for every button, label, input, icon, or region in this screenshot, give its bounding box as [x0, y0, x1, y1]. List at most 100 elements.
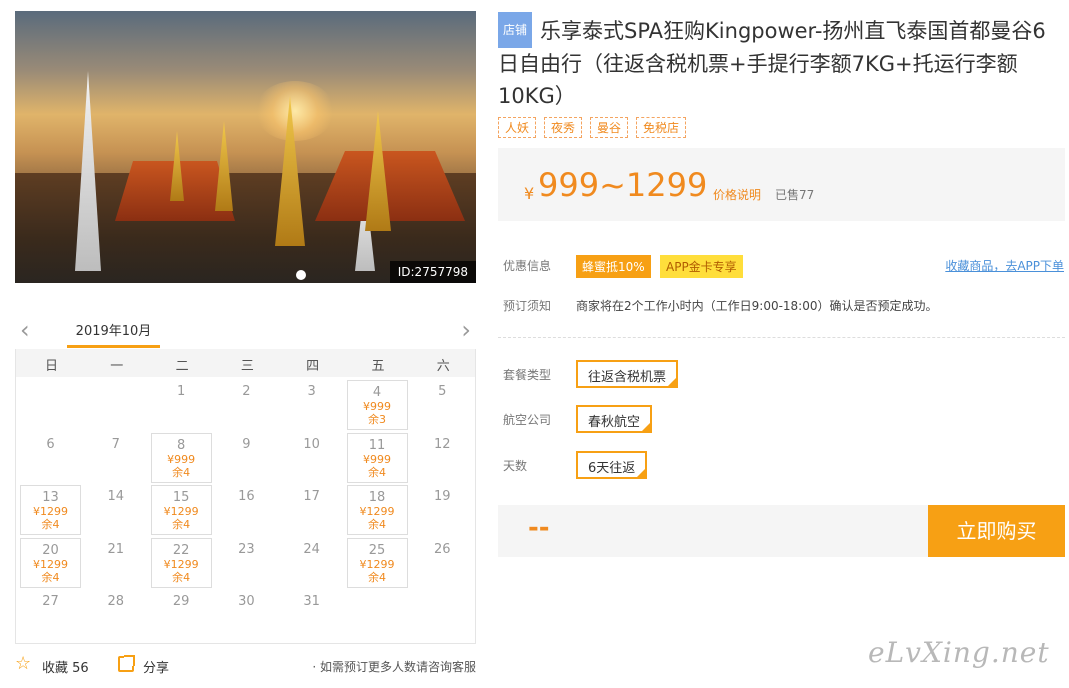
- day-number: 22: [172, 542, 190, 558]
- weekday-label: 四: [306, 359, 320, 374]
- day-number: 4: [372, 385, 382, 400]
- favorite-count[interactable]: 收藏 56: [42, 657, 89, 676]
- tag[interactable]: 人妖: [498, 117, 537, 138]
- day-number: 13: [42, 490, 59, 505]
- day-price: ¥1299: [33, 505, 68, 518]
- calendar-day: 26: [412, 538, 473, 588]
- calendar-day: 10: [281, 433, 342, 483]
- product-hero-image[interactable]: ID:2757798: [15, 11, 476, 283]
- calendar-weekdays: 日一二三四五六: [16, 349, 475, 377]
- day-remaining: 余4: [41, 570, 60, 584]
- day-number: 16: [238, 489, 255, 504]
- day-number: 25: [368, 542, 386, 558]
- day-number: 2: [242, 384, 251, 399]
- buy-now-button[interactable]: 立即购买: [928, 505, 1065, 557]
- calendar-day: 16: [216, 485, 277, 535]
- product-title: 店铺 乐享泰式SPA狂购Kingpower-扬州直飞泰国首都曼谷6日自由行（往返含…: [498, 12, 1058, 112]
- day-number: 15: [172, 490, 190, 505]
- notice-text: 商家将在2个工作小时内（工作日9:00-18:00）确认是否预定成功。: [576, 299, 938, 313]
- currency-symbol: ¥: [524, 184, 535, 203]
- day-number: 10: [303, 436, 320, 452]
- calendar-day: 6: [20, 433, 81, 483]
- day-number: 8: [176, 437, 186, 453]
- app-order-link[interactable]: 收藏商品，去APP下单: [945, 257, 1064, 274]
- day-number: 28: [107, 594, 125, 609]
- weekday-label: 五: [371, 359, 385, 374]
- notice-label: 预订须知: [503, 299, 552, 313]
- star-icon[interactable]: ☆: [15, 653, 31, 675]
- product-title-text: 乐享泰式SPA狂购Kingpower-扬州直飞泰国首都曼谷6日自由行（往返含税机…: [498, 19, 1046, 108]
- calendar-day: 2: [216, 380, 277, 430]
- day-price: ¥1299: [359, 505, 395, 518]
- chevron-left-icon[interactable]: ‹: [20, 317, 30, 343]
- share-icon[interactable]: [118, 655, 135, 672]
- days-option[interactable]: 6天往返: [576, 451, 648, 479]
- tag[interactable]: 曼谷: [590, 117, 629, 138]
- calendar-day-available[interactable]: 20 ¥1299 余4: [20, 537, 81, 588]
- package-type-option[interactable]: 往返含税机票: [576, 360, 679, 388]
- chevron-right-icon[interactable]: ›: [461, 317, 471, 343]
- app-gold-card-badge: APP金卡专享: [660, 255, 743, 278]
- package-type-label: 套餐类型: [503, 368, 552, 382]
- airline-option[interactable]: 春秋航空: [576, 405, 653, 433]
- day-remaining: 余4: [172, 570, 191, 584]
- day-price: ¥1299: [359, 557, 395, 571]
- day-number: 20: [42, 542, 59, 558]
- sold-count: 已售77: [775, 188, 815, 202]
- shop-tag[interactable]: 店铺: [498, 12, 533, 48]
- price-explain-link[interactable]: 价格说明: [713, 186, 761, 203]
- calendar-day: 29: [151, 590, 212, 640]
- days-label: 天数: [503, 459, 528, 473]
- calendar-day-available[interactable]: 22 ¥1299 余4: [150, 537, 212, 588]
- day-number: 7: [111, 436, 120, 452]
- day-number: 30: [238, 594, 255, 609]
- calendar-month-tab[interactable]: 2019年10月: [67, 320, 160, 348]
- calendar-day: 14: [85, 485, 146, 535]
- day-number: 26: [434, 541, 451, 557]
- calendar-day-available[interactable]: 15 ¥1299 余4: [150, 485, 212, 535]
- weekday-label: 一: [110, 359, 124, 374]
- tag[interactable]: 免税店: [636, 117, 687, 138]
- tag[interactable]: 夜秀: [544, 117, 583, 138]
- calendar-day: 23: [216, 538, 277, 588]
- sunset-glow: [255, 81, 335, 141]
- calendar-day: 30: [216, 590, 277, 640]
- day-price: ¥999: [363, 452, 391, 466]
- total-price: --: [528, 513, 550, 543]
- carousel-dot[interactable]: [296, 270, 306, 280]
- day-number: 3: [307, 384, 316, 399]
- calendar-day: 7: [85, 433, 146, 483]
- calendar-day-available[interactable]: 4 ¥999 余3: [346, 380, 408, 430]
- day-number: 11: [368, 437, 386, 453]
- day-number: 6: [46, 436, 55, 452]
- buy-bar: -- 立即购买: [498, 505, 1065, 557]
- day-number: 27: [42, 594, 59, 609]
- temple-roof-2: [315, 151, 465, 221]
- calendar-day: 17: [281, 485, 342, 535]
- day-remaining: 余4: [172, 465, 191, 479]
- calendar-day-available[interactable]: 8 ¥999 余4: [150, 432, 212, 483]
- airline-label: 航空公司: [503, 413, 552, 427]
- white-prang-left: [75, 71, 101, 271]
- day-number: 23: [238, 541, 255, 557]
- weekday-label: 六: [436, 359, 450, 374]
- share-link[interactable]: 分享: [143, 657, 169, 676]
- calendar-day-available[interactable]: 13 ¥1299 余4: [20, 485, 81, 535]
- product-tags: 人妖 夜秀 曼谷 免税店: [498, 117, 694, 138]
- day-number: 5: [438, 384, 447, 399]
- day-number: 12: [434, 436, 451, 452]
- calendar-day: 31: [281, 590, 342, 640]
- calendar-day: 1: [151, 380, 212, 430]
- calendar-day-available[interactable]: 11 ¥999 余4: [346, 432, 408, 483]
- calendar-day-available[interactable]: 25 ¥1299 余4: [346, 537, 408, 588]
- day-remaining: 余4: [368, 570, 386, 584]
- calendar-day: 27: [20, 590, 81, 640]
- day-price: ¥999: [363, 400, 391, 413]
- calendar-day-available[interactable]: 18 ¥1299 余4: [346, 485, 408, 535]
- day-number: 29: [172, 594, 190, 609]
- calendar-day: 19: [412, 485, 473, 535]
- day-number: 9: [242, 436, 251, 452]
- day-number: 19: [434, 489, 451, 504]
- calendar-day: 21: [85, 538, 146, 588]
- price-range: 999~1299: [538, 166, 708, 204]
